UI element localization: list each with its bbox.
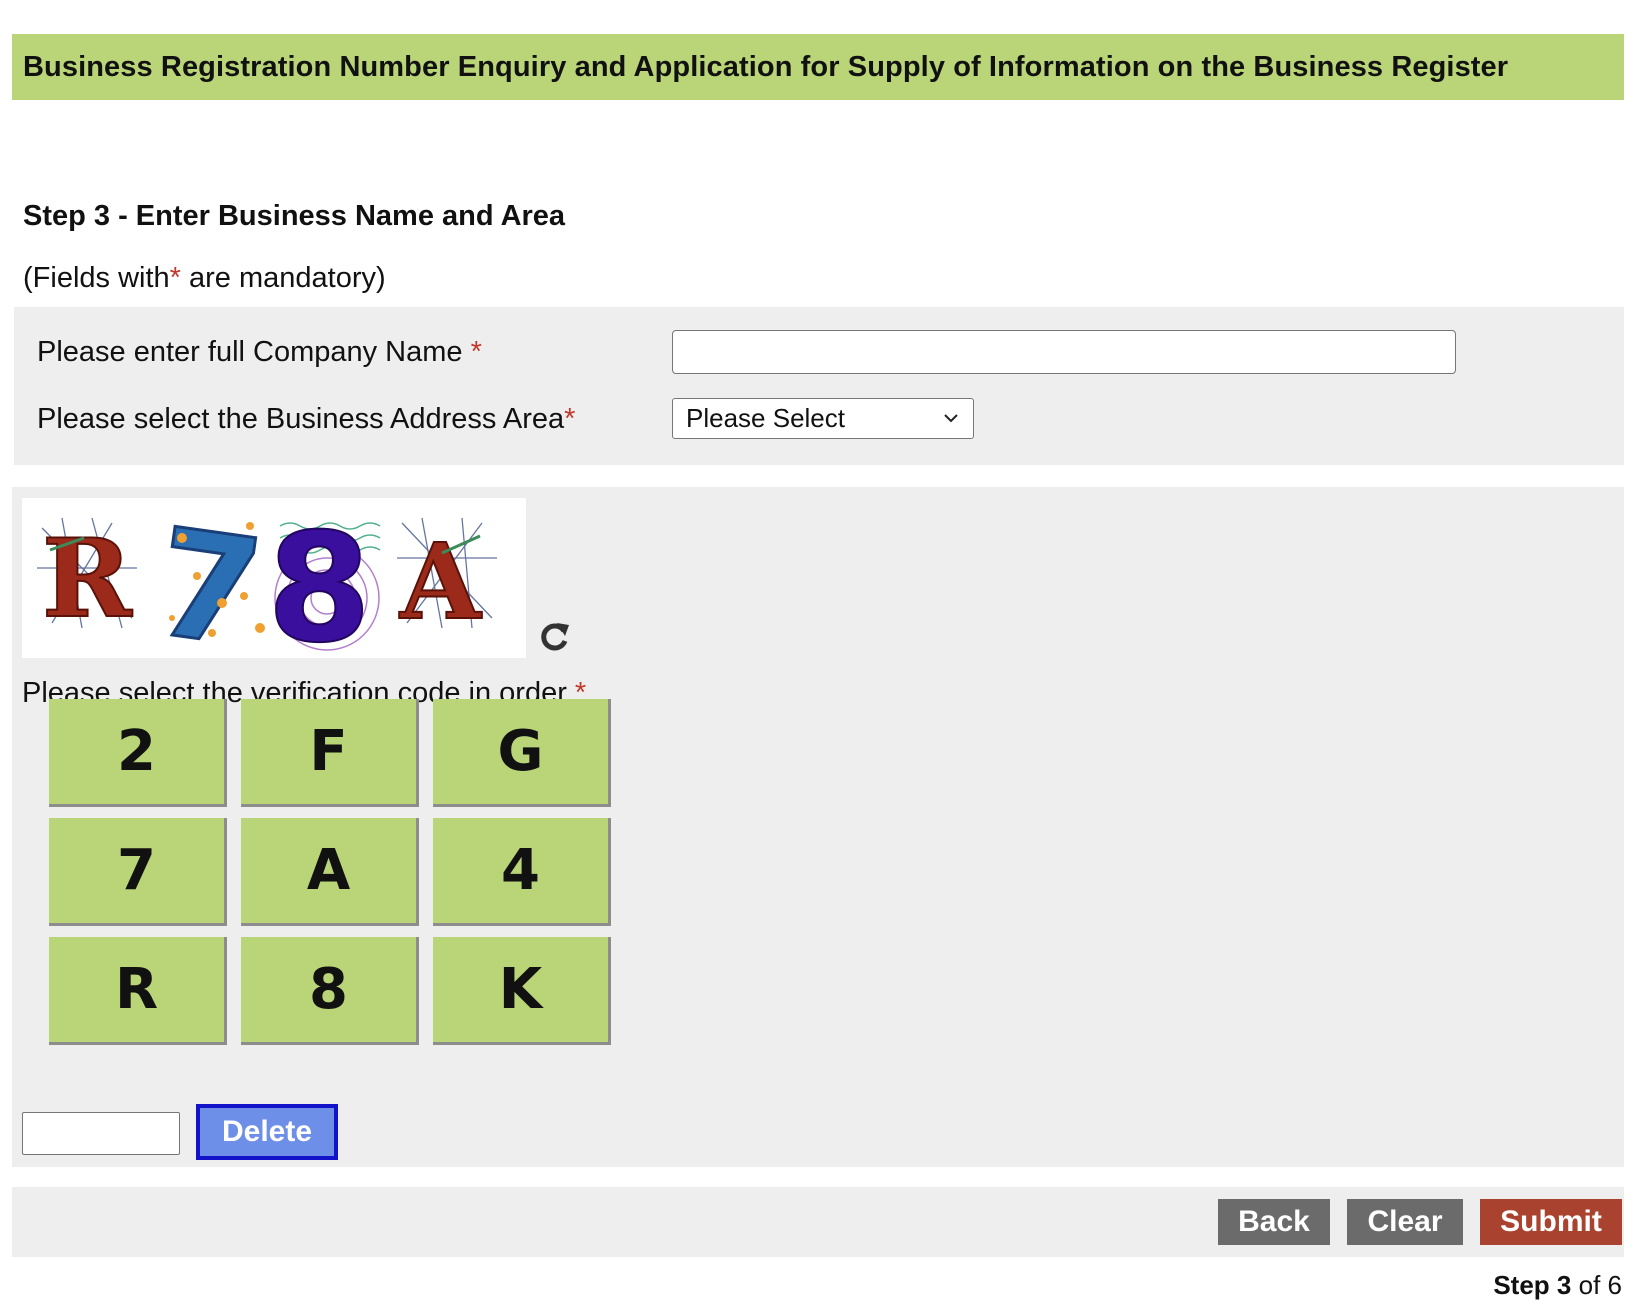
- code-key-a[interactable]: A: [241, 818, 419, 926]
- code-key-4[interactable]: 4: [433, 818, 611, 926]
- svg-text:8: 8: [267, 502, 371, 658]
- required-star: *: [470, 336, 482, 368]
- refresh-icon[interactable]: [536, 617, 574, 655]
- company-name-label: Please enter full Company Name *: [37, 336, 482, 369]
- mandatory-note-suffix: are mandatory): [180, 262, 386, 294]
- step-indicator-current: 3: [1556, 1270, 1572, 1300]
- delete-button[interactable]: Delete: [196, 1104, 338, 1160]
- required-star: *: [169, 262, 181, 294]
- company-name-input[interactable]: [672, 330, 1456, 374]
- clear-button[interactable]: Clear: [1347, 1199, 1463, 1245]
- step-title: Step 3 - Enter Business Name and Area: [23, 200, 566, 232]
- business-area-select[interactable]: Please Select: [672, 398, 974, 439]
- svg-text:A: A: [399, 520, 482, 643]
- code-key-r[interactable]: R: [49, 937, 227, 1045]
- company-name-label-text: Please enter full Company Name: [37, 336, 463, 368]
- captcha-image: R 7 8 A: [22, 495, 526, 682]
- submit-button[interactable]: Submit: [1480, 1199, 1622, 1245]
- code-key-k[interactable]: K: [433, 937, 611, 1045]
- business-area-label: Please select the Business Address Area*: [37, 403, 575, 436]
- code-key-7[interactable]: 7: [49, 818, 227, 926]
- page-header: Business Registration Number Enquiry and…: [12, 34, 1624, 100]
- step-indicator-suffix: of 6: [1578, 1270, 1622, 1300]
- step-indicator: Step 3 of 6: [1493, 1270, 1622, 1301]
- code-key-8[interactable]: 8: [241, 937, 419, 1045]
- code-key-2[interactable]: 2: [49, 699, 227, 807]
- verification-code-input[interactable]: [22, 1112, 180, 1155]
- page-title: Business Registration Number Enquiry and…: [23, 50, 1509, 83]
- captcha-graphic: R 7 8 A: [37, 495, 497, 682]
- captcha-panel: R 7 8 A Please select the verification c…: [12, 487, 1624, 1167]
- required-star: *: [564, 403, 576, 435]
- chevron-down-icon: [944, 414, 958, 423]
- code-key-f[interactable]: F: [241, 699, 419, 807]
- mandatory-note-prefix: (Fields with: [23, 262, 170, 294]
- back-button[interactable]: Back: [1218, 1199, 1330, 1245]
- mandatory-note: (Fields with* are mandatory): [23, 262, 386, 295]
- step-indicator-prefix: Step: [1493, 1270, 1550, 1300]
- action-bar: Back Clear Submit: [12, 1187, 1624, 1257]
- business-area-selected-value: Please Select: [686, 403, 845, 433]
- business-area-label-text: Please select the Business Address Area: [37, 403, 565, 435]
- business-form-panel: Please enter full Company Name * Please …: [14, 307, 1624, 465]
- svg-text:R: R: [42, 516, 133, 642]
- code-key-g[interactable]: G: [433, 699, 611, 807]
